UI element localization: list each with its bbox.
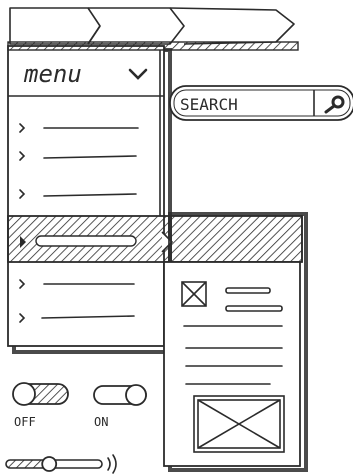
wireframe-canvas: menu SEARCH OFF ON xyxy=(5,7,353,474)
breadcrumb-step-2[interactable] xyxy=(88,7,185,45)
toggle-off[interactable] xyxy=(12,382,69,406)
breadcrumb-step-3[interactable] xyxy=(169,7,295,45)
breadcrumb-step-1[interactable] xyxy=(9,7,101,45)
menu-title[interactable]: menu xyxy=(23,60,82,88)
list-item-selected[interactable] xyxy=(7,215,303,263)
slider-handle[interactable] xyxy=(41,456,58,472)
toggle-on-label: ON xyxy=(94,415,108,429)
speaker-waves-icon xyxy=(107,454,117,474)
toggle-off-label: OFF xyxy=(14,415,36,429)
toggle-on[interactable] xyxy=(93,384,147,406)
breadcrumb xyxy=(9,7,295,45)
volume-slider[interactable] xyxy=(5,456,103,472)
search-input[interactable]: SEARCH xyxy=(180,95,238,114)
